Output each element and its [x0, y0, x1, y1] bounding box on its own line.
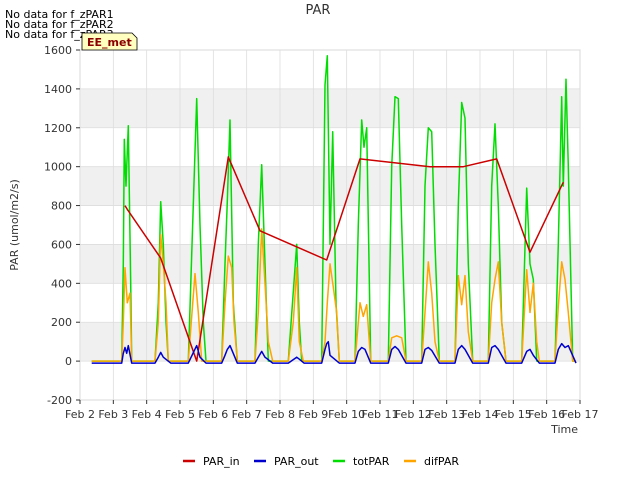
- y-tick-label: 1200: [44, 122, 72, 135]
- par-chart: Feb 2 Feb 3 Feb 4 Feb 5 Feb 6 Feb 7 Feb 8 Feb 9…: [8, 3, 598, 468]
- y-tick-label: 1000: [44, 161, 72, 174]
- x-axis-ticks: Feb 2 Feb 3 Feb 4 Feb 5 Feb 6 Feb 7 Feb 8 Feb 9…: [65, 400, 598, 421]
- legend-label-par-out: PAR_out: [274, 455, 319, 468]
- x-tick-label: Feb 3: [98, 408, 128, 421]
- x-tick-label: Feb 9: [298, 408, 328, 421]
- legend-label-difpar: difPAR: [424, 455, 459, 468]
- x-tick-label: Feb 14: [462, 408, 499, 421]
- legend: PAR_in PAR_out totPAR difPAR: [183, 455, 459, 468]
- x-tick-label: Feb 4: [132, 408, 162, 421]
- y-tick-label: 800: [51, 200, 72, 213]
- x-tick-label: Feb 7: [232, 408, 262, 421]
- y-tick-label: 600: [51, 238, 72, 251]
- y-tick-label: 400: [51, 277, 72, 290]
- y-axis-ticks: -200 0 200 400 600 800 1000 1200 1400 1600: [44, 44, 80, 407]
- x-tick-label: Feb 6: [198, 408, 228, 421]
- y-tick-label: 1600: [44, 44, 72, 57]
- x-tick-label: Feb 5: [165, 408, 195, 421]
- legend-label-par-in: PAR_in: [203, 455, 240, 468]
- y-tick-label: 0: [65, 355, 72, 368]
- y-axis-title: PAR (umol/m2/s): [8, 179, 21, 271]
- y-tick-label: 200: [51, 316, 72, 329]
- x-axis-title: Time: [550, 423, 578, 436]
- x-tick-label: Feb 11: [362, 408, 399, 421]
- x-tick-label: Feb 15: [495, 408, 532, 421]
- x-tick-label: Feb 17: [562, 408, 599, 421]
- legend-label-totpar: totPAR: [353, 455, 390, 468]
- x-tick-label: Feb 8: [265, 408, 295, 421]
- x-tick-label: Feb 13: [428, 408, 465, 421]
- site-label-box: EE_met: [81, 32, 138, 51]
- x-tick-label: Feb 10: [328, 408, 365, 421]
- site-label: EE_met: [87, 36, 132, 49]
- x-tick-label: Feb 16: [528, 408, 565, 421]
- grid-band: [80, 88, 580, 128]
- y-tick-label: 1400: [44, 83, 72, 96]
- x-tick-label: Feb 12: [395, 408, 432, 421]
- y-tick-label: -200: [47, 394, 72, 407]
- chart-title: PAR: [306, 3, 331, 18]
- x-tick-label: Feb 2: [65, 408, 95, 421]
